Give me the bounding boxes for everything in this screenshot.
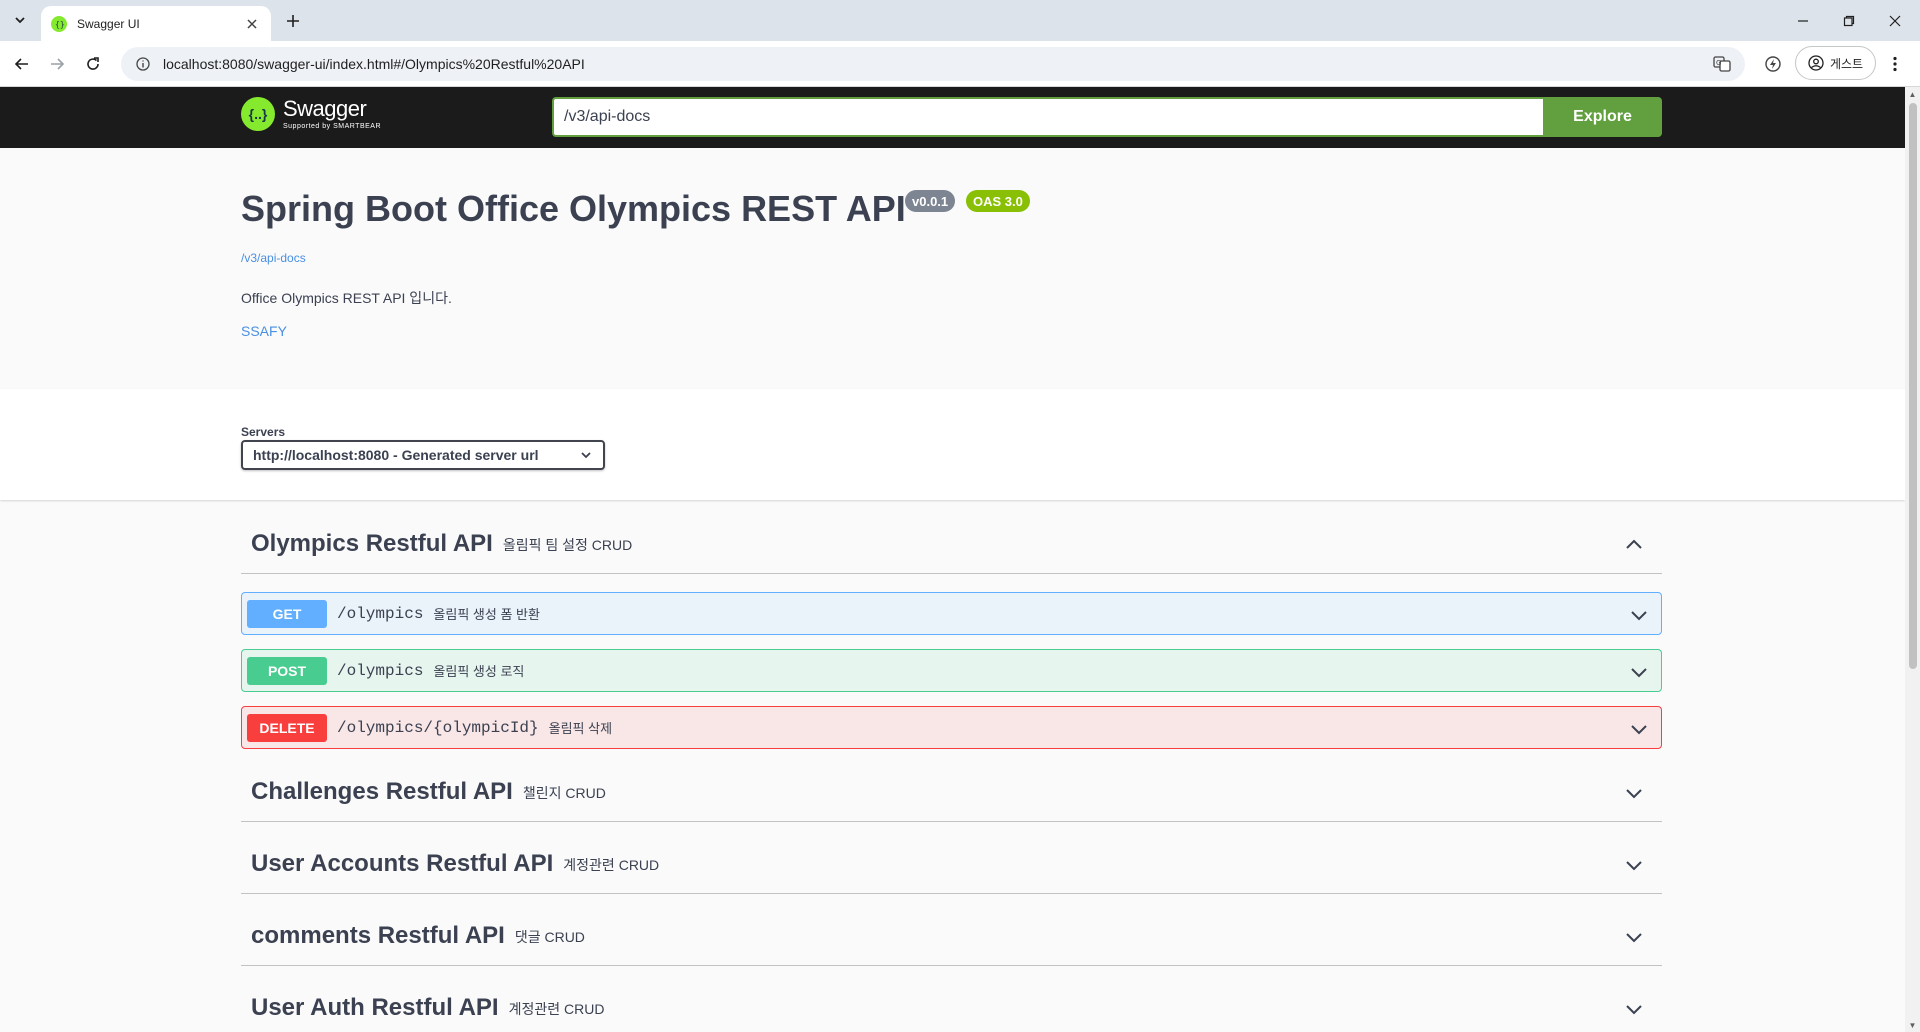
servers-section: Servers http://localhost:8080 - Generate… [0, 389, 1905, 500]
scrollbar-thumb[interactable] [1909, 103, 1917, 669]
page-viewport: {..} Swagger Supported by SMARTBEAR Expl… [0, 87, 1920, 1032]
servers-selected-value: http://localhost:8080 - Generated server… [253, 447, 539, 463]
tag-name: Olympics Restful API [251, 529, 493, 557]
scroll-up-arrow-icon[interactable]: ▲ [1905, 87, 1920, 101]
chevron-down-icon[interactable] [1624, 783, 1644, 803]
operation-summary: 올림픽 삭제 [548, 721, 613, 736]
swagger-logo[interactable]: {..} Swagger Supported by SMARTBEAR [241, 97, 381, 131]
forward-arrow-icon[interactable] [45, 52, 69, 76]
explore-button[interactable]: Explore [1543, 97, 1662, 137]
close-window-icon[interactable] [1872, 0, 1918, 41]
version-badge: v0.0.1 [905, 190, 956, 212]
chevron-down-icon[interactable] [1629, 662, 1649, 682]
spec-url-input[interactable] [552, 97, 1543, 137]
minimize-icon[interactable] [1780, 0, 1826, 41]
restore-icon[interactable] [1826, 0, 1872, 41]
tag-description: 댓글 CRUD [514, 928, 585, 945]
swagger-favicon-icon: {} [51, 15, 67, 32]
chevron-up-icon[interactable] [1624, 535, 1644, 555]
chevron-down-icon[interactable] [1624, 999, 1644, 1019]
swagger-topbar: {..} Swagger Supported by SMARTBEAR Expl… [0, 87, 1905, 148]
profile-button[interactable]: 게스트 [1795, 46, 1876, 80]
chevron-down-icon[interactable] [1624, 927, 1644, 947]
chevron-down-icon [581, 452, 591, 459]
contact-link[interactable]: SSAFY [241, 323, 287, 339]
tab-title: Swagger UI [77, 16, 140, 31]
more-menu-icon[interactable] [1883, 52, 1907, 76]
browser-tab-bar: {} Swagger UI [0, 0, 1920, 41]
operation-path: /olympics [337, 604, 424, 623]
site-info-icon[interactable] [135, 56, 151, 72]
method-badge-delete: DELETE [247, 713, 327, 742]
operation-post-olympics[interactable]: POST /olympics 올림픽 생성 로직 [241, 649, 1662, 692]
tag-user-accounts[interactable]: User Accounts Restful API 계정관련 CRUD [241, 834, 1662, 894]
profile-icon [1808, 55, 1824, 71]
tag-description: 계정관련 CRUD [508, 1000, 605, 1017]
operation-get-olympics[interactable]: GET /olympics 올림픽 생성 폼 반환 [241, 592, 1662, 635]
tag-description: 계정관련 CRUD [563, 856, 660, 873]
operation-path: /olympics/{olympicId} [337, 718, 539, 737]
translate-icon[interactable]: G [1711, 53, 1733, 75]
operation-delete-olympic[interactable]: DELETE /olympics/{olympicId} 올림픽 삭제 [241, 706, 1662, 749]
method-badge-post: POST [247, 656, 327, 685]
api-info: Spring Boot Office Olympics REST API v0.… [0, 148, 1905, 389]
tag-name: User Accounts Restful API [251, 849, 554, 877]
tag-olympics[interactable]: Olympics Restful API 올림픽 팀 설정 CRUD [241, 514, 1662, 574]
servers-label: Servers [241, 425, 286, 439]
browser-tab[interactable]: {} Swagger UI [41, 6, 271, 41]
page-scrollbar[interactable]: ▲ ▼ [1905, 87, 1920, 1032]
browser-toolbar: localhost:8080/swagger-ui/index.html#/Ol… [0, 41, 1920, 87]
new-tab-plus-icon[interactable] [282, 10, 304, 32]
operation-path: /olympics [337, 661, 424, 680]
tag-description: 챌린지 CRUD [522, 784, 606, 801]
tag-challenges[interactable]: Challenges Restful API 챌린지 CRUD [241, 762, 1662, 822]
tab-search-chevron-icon[interactable] [8, 8, 32, 32]
tag-description: 올림픽 팀 설정 CRUD [502, 536, 633, 553]
api-title: Spring Boot Office Olympics REST API [241, 188, 906, 229]
operation-summary: 올림픽 생성 로직 [433, 664, 525, 679]
tag-comments[interactable]: comments Restful API 댓글 CRUD [241, 906, 1662, 966]
method-badge-get: GET [247, 599, 327, 628]
back-arrow-icon[interactable] [10, 52, 34, 76]
reload-icon[interactable] [81, 52, 105, 76]
performance-icon[interactable] [1762, 53, 1784, 75]
swagger-logo-icon: {..} [241, 97, 275, 131]
tag-name: Challenges Restful API [251, 777, 513, 805]
tab-close-icon[interactable] [243, 15, 261, 33]
servers-select[interactable]: http://localhost:8080 - Generated server… [241, 440, 605, 470]
logo-subtext: Supported by SMARTBEAR [283, 123, 382, 130]
oas-badge: OAS 3.0 [966, 190, 1030, 212]
api-docs-link[interactable]: /v3/api-docs [241, 251, 306, 265]
api-description: Office Olympics REST API 입니다. [241, 290, 452, 306]
chevron-down-icon[interactable] [1629, 719, 1649, 739]
tag-name: User Auth Restful API [251, 993, 499, 1021]
chevron-down-icon[interactable] [1629, 605, 1649, 625]
url-text: localhost:8080/swagger-ui/index.html#/Ol… [163, 56, 585, 72]
tag-name: comments Restful API [251, 921, 505, 949]
scroll-down-arrow-icon[interactable]: ▼ [1905, 1018, 1920, 1032]
operation-summary: 올림픽 생성 폼 반환 [433, 607, 540, 622]
tag-user-auth[interactable]: User Auth Restful API 계정관련 CRUD [241, 978, 1662, 1032]
logo-text: Swagger [283, 96, 367, 121]
address-bar[interactable]: localhost:8080/swagger-ui/index.html#/Ol… [121, 47, 1745, 81]
chevron-down-icon[interactable] [1624, 855, 1644, 875]
profile-label: 게스트 [1829, 56, 1864, 71]
svg-text:{}: {} [55, 20, 64, 29]
svg-text:G: G [1716, 59, 1721, 67]
